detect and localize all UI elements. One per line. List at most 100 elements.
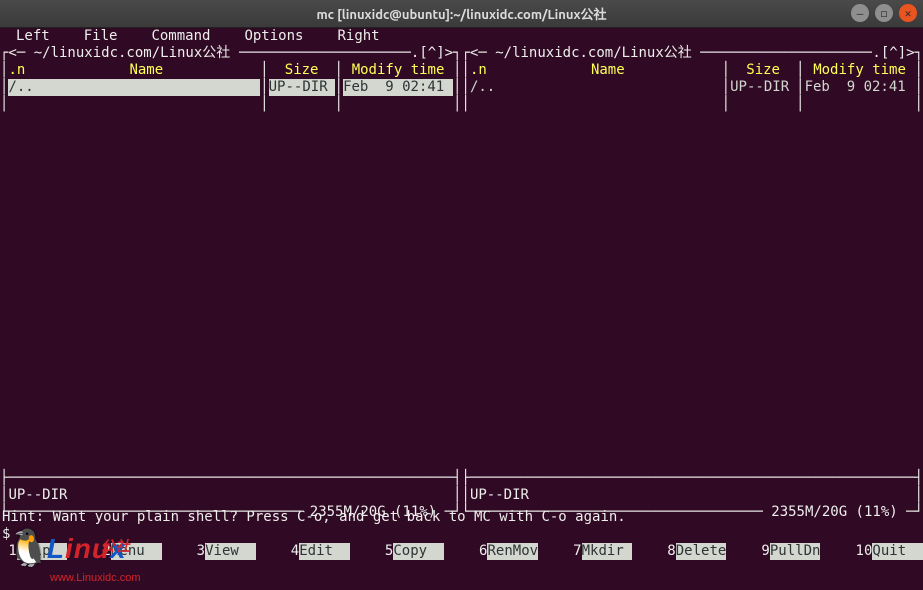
box-line-icon: ────────────────────────────────────────… (470, 504, 763, 521)
col-name[interactable]: Name (494, 62, 722, 79)
shell-prompt[interactable]: $ (0, 526, 923, 543)
col-name[interactable]: Name (32, 62, 260, 79)
box-line-icon: │ (796, 96, 804, 470)
fkey-edit[interactable]: Edit (299, 543, 350, 560)
close-icon[interactable]: ✕ (899, 4, 917, 22)
box-line-icon: │ (915, 79, 923, 96)
right-panel-path: ~/linuxidc.com/Linux公社 (495, 45, 692, 62)
box-line-icon: ────────────────────────────────────────… (8, 504, 301, 521)
col-modify[interactable]: Modify time (343, 62, 453, 79)
box-line-icon: ────────────────────────────────────────… (8, 470, 453, 487)
box-line-icon: ────────────────────────────────────────… (239, 45, 411, 62)
box-line-icon: │ (453, 96, 461, 470)
box-line-icon: │ (453, 62, 461, 79)
box-line-icon (230, 45, 238, 62)
right-status-row: │ UP--DIR │ (462, 487, 923, 504)
box-line-icon: │ (462, 62, 470, 79)
window-titlebar: mc [linuxidc@ubuntu]:~/linuxidc.com/Linu… (0, 0, 923, 28)
right-column-header: │ .n Name │ Size │ Modify time │ (462, 62, 923, 79)
menu-file[interactable]: File (72, 28, 140, 45)
box-line-icon: │ (0, 62, 8, 79)
box-line-icon: │ (453, 487, 461, 504)
file-size: UP--DIR (730, 79, 796, 96)
fkey-help[interactable]: Help (17, 543, 68, 560)
col-n[interactable]: .n (470, 62, 494, 79)
box-corner-icon: └ (0, 504, 8, 521)
box-line-icon: │ (796, 79, 804, 96)
fkey-mkdir[interactable]: Mkdir (582, 543, 633, 560)
left-panel-title: ┌<─ ~/linuxidc.com/Linux公社 ─────────────… (0, 45, 462, 62)
box-line-icon: ────────────────────────────────────────… (700, 45, 872, 62)
watermark-url: www.Linuxidc.com (50, 570, 140, 587)
left-empty-area: │ │ │ │ (0, 96, 462, 470)
maximize-icon[interactable]: ◻ (875, 4, 893, 22)
panel-indicator-icon: .[^]>┐ (872, 45, 923, 62)
fkey-copy[interactable]: Copy (393, 543, 444, 560)
panels: ┌<─ ~/linuxidc.com/Linux公社 ─────────────… (0, 45, 923, 509)
fkey-num: 6 (471, 543, 488, 560)
box-line-icon: │ (796, 62, 804, 79)
box-line-icon: │ (462, 96, 470, 470)
menu-options[interactable]: Options (232, 28, 325, 45)
fkey-delete[interactable]: Delete (676, 543, 727, 560)
box-line-icon: ─┘ (445, 504, 462, 521)
minimize-icon[interactable]: – (851, 4, 869, 22)
box-line-icon: │ (0, 487, 8, 504)
box-line-icon: │ (260, 79, 268, 96)
file-mtime: Feb 9 02:41 (805, 79, 915, 96)
fkey-menu[interactable]: Menu (111, 543, 162, 560)
fkey-num: 9 (753, 543, 770, 560)
disk-free: 2355M/20G (11%) (763, 504, 906, 521)
fkey-renmov[interactable]: RenMov (487, 543, 538, 560)
fkey-num: 7 (565, 543, 582, 560)
box-line-icon: │ (0, 79, 8, 96)
fkey-num: 5 (377, 543, 394, 560)
terminal-area: Left File Command Options Right ┌<─ ~/li… (0, 28, 923, 590)
function-key-bar: 1Help 2Menu 3View 4Edit 5Copy 6RenMov 7M… (0, 543, 923, 560)
left-column-header: │ .n Name │ Size │ Modify time │ (0, 62, 462, 79)
right-separator: ├ ──────────────────────────────────────… (462, 470, 923, 487)
fkey-num: 10 (847, 543, 872, 560)
box-line-icon: │ (462, 487, 470, 504)
disk-free: 2355M/20G (11%) (301, 504, 444, 521)
box-line-icon: ─┘ (906, 504, 923, 521)
file-row-updir[interactable]: │ /.. │ UP--DIR │ Feb 9 02:41 │ (0, 79, 462, 96)
box-corner-icon: ┌<─ (0, 45, 34, 62)
box-line-icon: │ (915, 487, 923, 504)
right-status: UP--DIR (470, 487, 915, 504)
menu-command[interactable]: Command (139, 28, 232, 45)
box-tee-icon: ├ (462, 470, 470, 487)
right-panel[interactable]: ┌<─ ~/linuxidc.com/Linux公社 ─────────────… (462, 45, 923, 509)
box-corner-icon: └ (462, 504, 470, 521)
fkey-num: 4 (282, 543, 299, 560)
right-panel-title: ┌<─ ~/linuxidc.com/Linux公社 ─────────────… (462, 45, 923, 62)
col-modify[interactable]: Modify time (805, 62, 915, 79)
file-row-updir[interactable]: │ /.. │ UP--DIR │ Feb 9 02:41 │ (462, 79, 923, 96)
mc-menubar: Left File Command Options Right (0, 28, 923, 45)
box-line-icon: │ (722, 96, 730, 470)
left-panel[interactable]: ┌<─ ~/linuxidc.com/Linux公社 ─────────────… (0, 45, 462, 509)
box-line-icon: │ (335, 79, 343, 96)
box-line-icon: │ (915, 62, 923, 79)
col-size[interactable]: Size (730, 62, 796, 79)
menu-right[interactable]: Right (325, 28, 401, 45)
left-status: UP--DIR (8, 487, 453, 504)
file-mtime: Feb 9 02:41 (343, 79, 453, 96)
menu-left[interactable]: Left (4, 28, 72, 45)
fkey-view[interactable]: View (205, 543, 256, 560)
box-tee-icon: ├ (0, 470, 8, 487)
fkey-pulldn[interactable]: PullDn (770, 543, 821, 560)
col-size[interactable]: Size (269, 62, 335, 79)
box-line-icon (692, 45, 700, 62)
fkey-num: 1 (0, 543, 17, 560)
box-line-icon: │ (462, 79, 470, 96)
left-panel-path: ~/linuxidc.com/Linux公社 (34, 45, 231, 62)
fkey-quit[interactable]: Quit (872, 543, 923, 560)
fkey-num: 3 (188, 543, 205, 560)
right-empty-area: │ │ │ │ (462, 96, 923, 470)
col-n[interactable]: .n (8, 62, 32, 79)
window-title: mc [linuxidc@ubuntu]:~/linuxidc.com/Linu… (316, 4, 606, 23)
box-line-icon: │ (722, 62, 730, 79)
box-line-icon: │ (260, 96, 268, 470)
box-line-icon: │ (453, 79, 461, 96)
